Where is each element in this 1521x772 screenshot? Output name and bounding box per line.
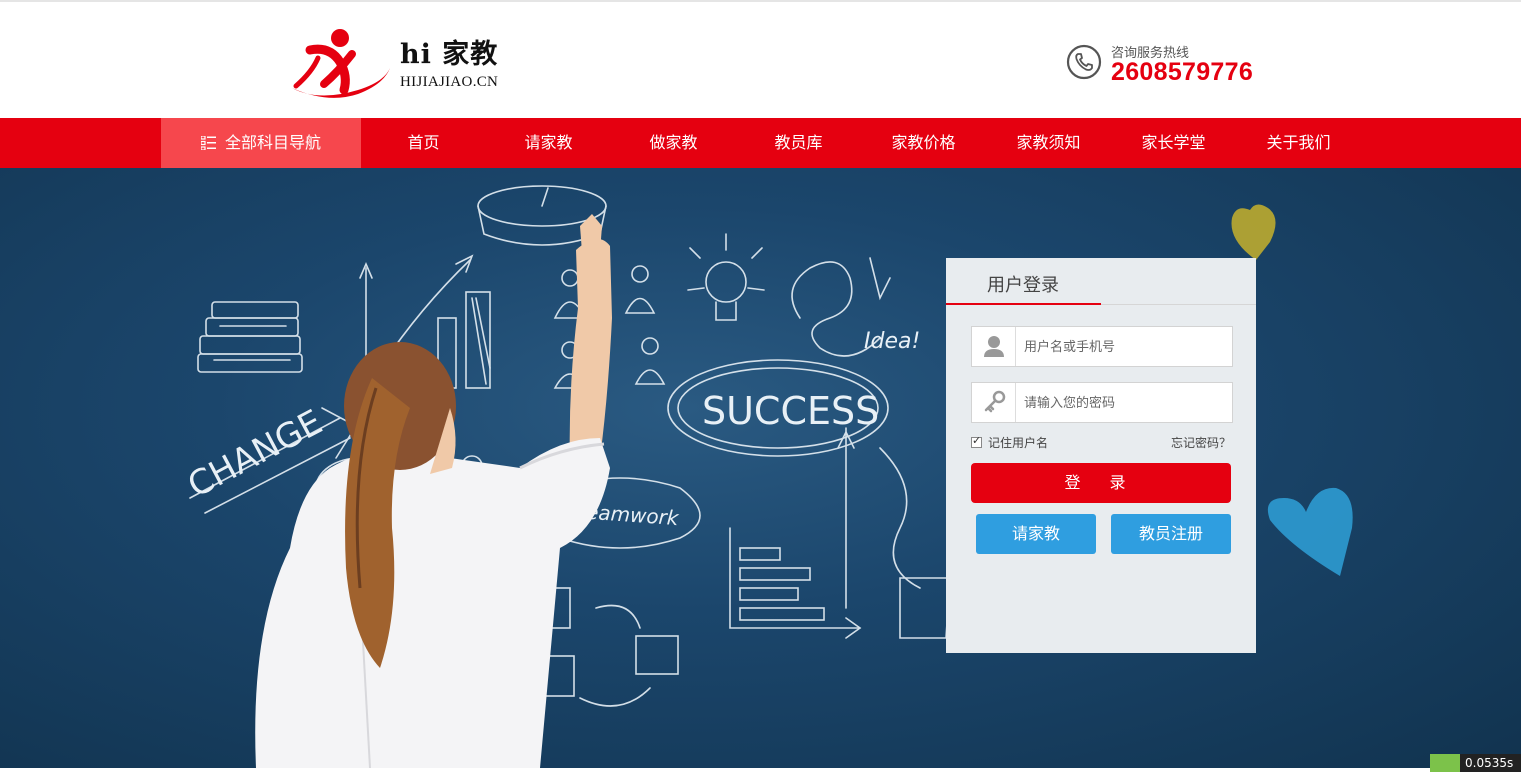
blue-heart-icon (1267, 487, 1353, 576)
page-timer-badge: 0.0535s (1430, 754, 1521, 772)
menu-grid-icon (201, 136, 216, 150)
nav-item-home[interactable]: 首页 (361, 118, 486, 168)
phone-icon (1066, 44, 1102, 80)
site-logo[interactable]: hi 家教 HIJIAJIAO.CN (288, 28, 518, 100)
forgot-password-link[interactable]: 忘记密码？ (1171, 434, 1231, 451)
nav-item-notice[interactable]: 家教须知 (986, 118, 1111, 168)
hotline-number[interactable]: 2608579776 (1111, 58, 1253, 87)
site-header: hi 家教 HIJIAJIAO.CN 咨询服务热线 2608579776 (0, 0, 1521, 118)
hotline: 咨询服务热线 2608579776 (1064, 42, 1284, 92)
logo-mark-icon (292, 29, 390, 98)
chalk-word-change: CHANGE (181, 402, 329, 506)
remember-checkbox[interactable] (971, 434, 982, 448)
logo-text-en: HIJIAJIAO.CN (400, 74, 499, 90)
login-title: 用户登录 (987, 275, 1059, 296)
username-input[interactable] (1024, 336, 1224, 358)
nav-item-prices[interactable]: 家教价格 (861, 118, 986, 168)
yellow-heart-icon (1231, 204, 1276, 260)
login-header: 用户登录 (946, 258, 1256, 305)
timer-value: 0.0535s (1465, 756, 1514, 770)
password-input[interactable] (1024, 392, 1224, 414)
login-button[interactable]: 登 录 (971, 463, 1231, 503)
chalk-word-success: SUCCESS (702, 389, 879, 433)
login-panel: 用户登录 记住用户名 忘记密码？ 登 录 请家教 教员注册 (946, 258, 1256, 653)
remember-label: 记住用户名 (988, 436, 1049, 450)
hire-tutor-button[interactable]: 请家教 (976, 514, 1096, 554)
nav-item-parent-school[interactable]: 家长学堂 (1111, 118, 1236, 168)
nav-item-hire-tutor[interactable]: 请家教 (486, 118, 611, 168)
login-title-underline (946, 303, 1101, 305)
chalkboard-illustration: CHANGE SUCCESS Idea! Teamwork (181, 185, 1353, 768)
all-subjects-label: 全部科目导航 (225, 133, 322, 152)
username-field[interactable] (971, 326, 1233, 367)
timer-logo-icon (1430, 754, 1460, 772)
main-nav: 全部科目导航 首页 请家教 做家教 教员库 家教价格 家教须知 家长学堂 关于我… (0, 118, 1521, 168)
nav-item-about[interactable]: 关于我们 (1236, 118, 1361, 168)
nav-item-tutor-library[interactable]: 教员库 (736, 118, 861, 168)
tutor-register-button[interactable]: 教员注册 (1111, 514, 1231, 554)
all-subjects-nav-button[interactable]: 全部科目导航 (161, 118, 361, 168)
books-sketch (197, 301, 303, 373)
nav-item-be-tutor[interactable]: 做家教 (611, 118, 736, 168)
remember-username[interactable]: 记住用户名 (971, 434, 1048, 451)
hero-banner: CHANGE SUCCESS Idea! Teamwork (0, 168, 1521, 768)
password-field[interactable] (971, 382, 1233, 423)
key-icon (984, 390, 1006, 413)
logo-text-cn: hi 家教 (400, 39, 499, 70)
user-icon (984, 336, 1004, 357)
chalk-word-idea: Idea! (864, 329, 920, 354)
